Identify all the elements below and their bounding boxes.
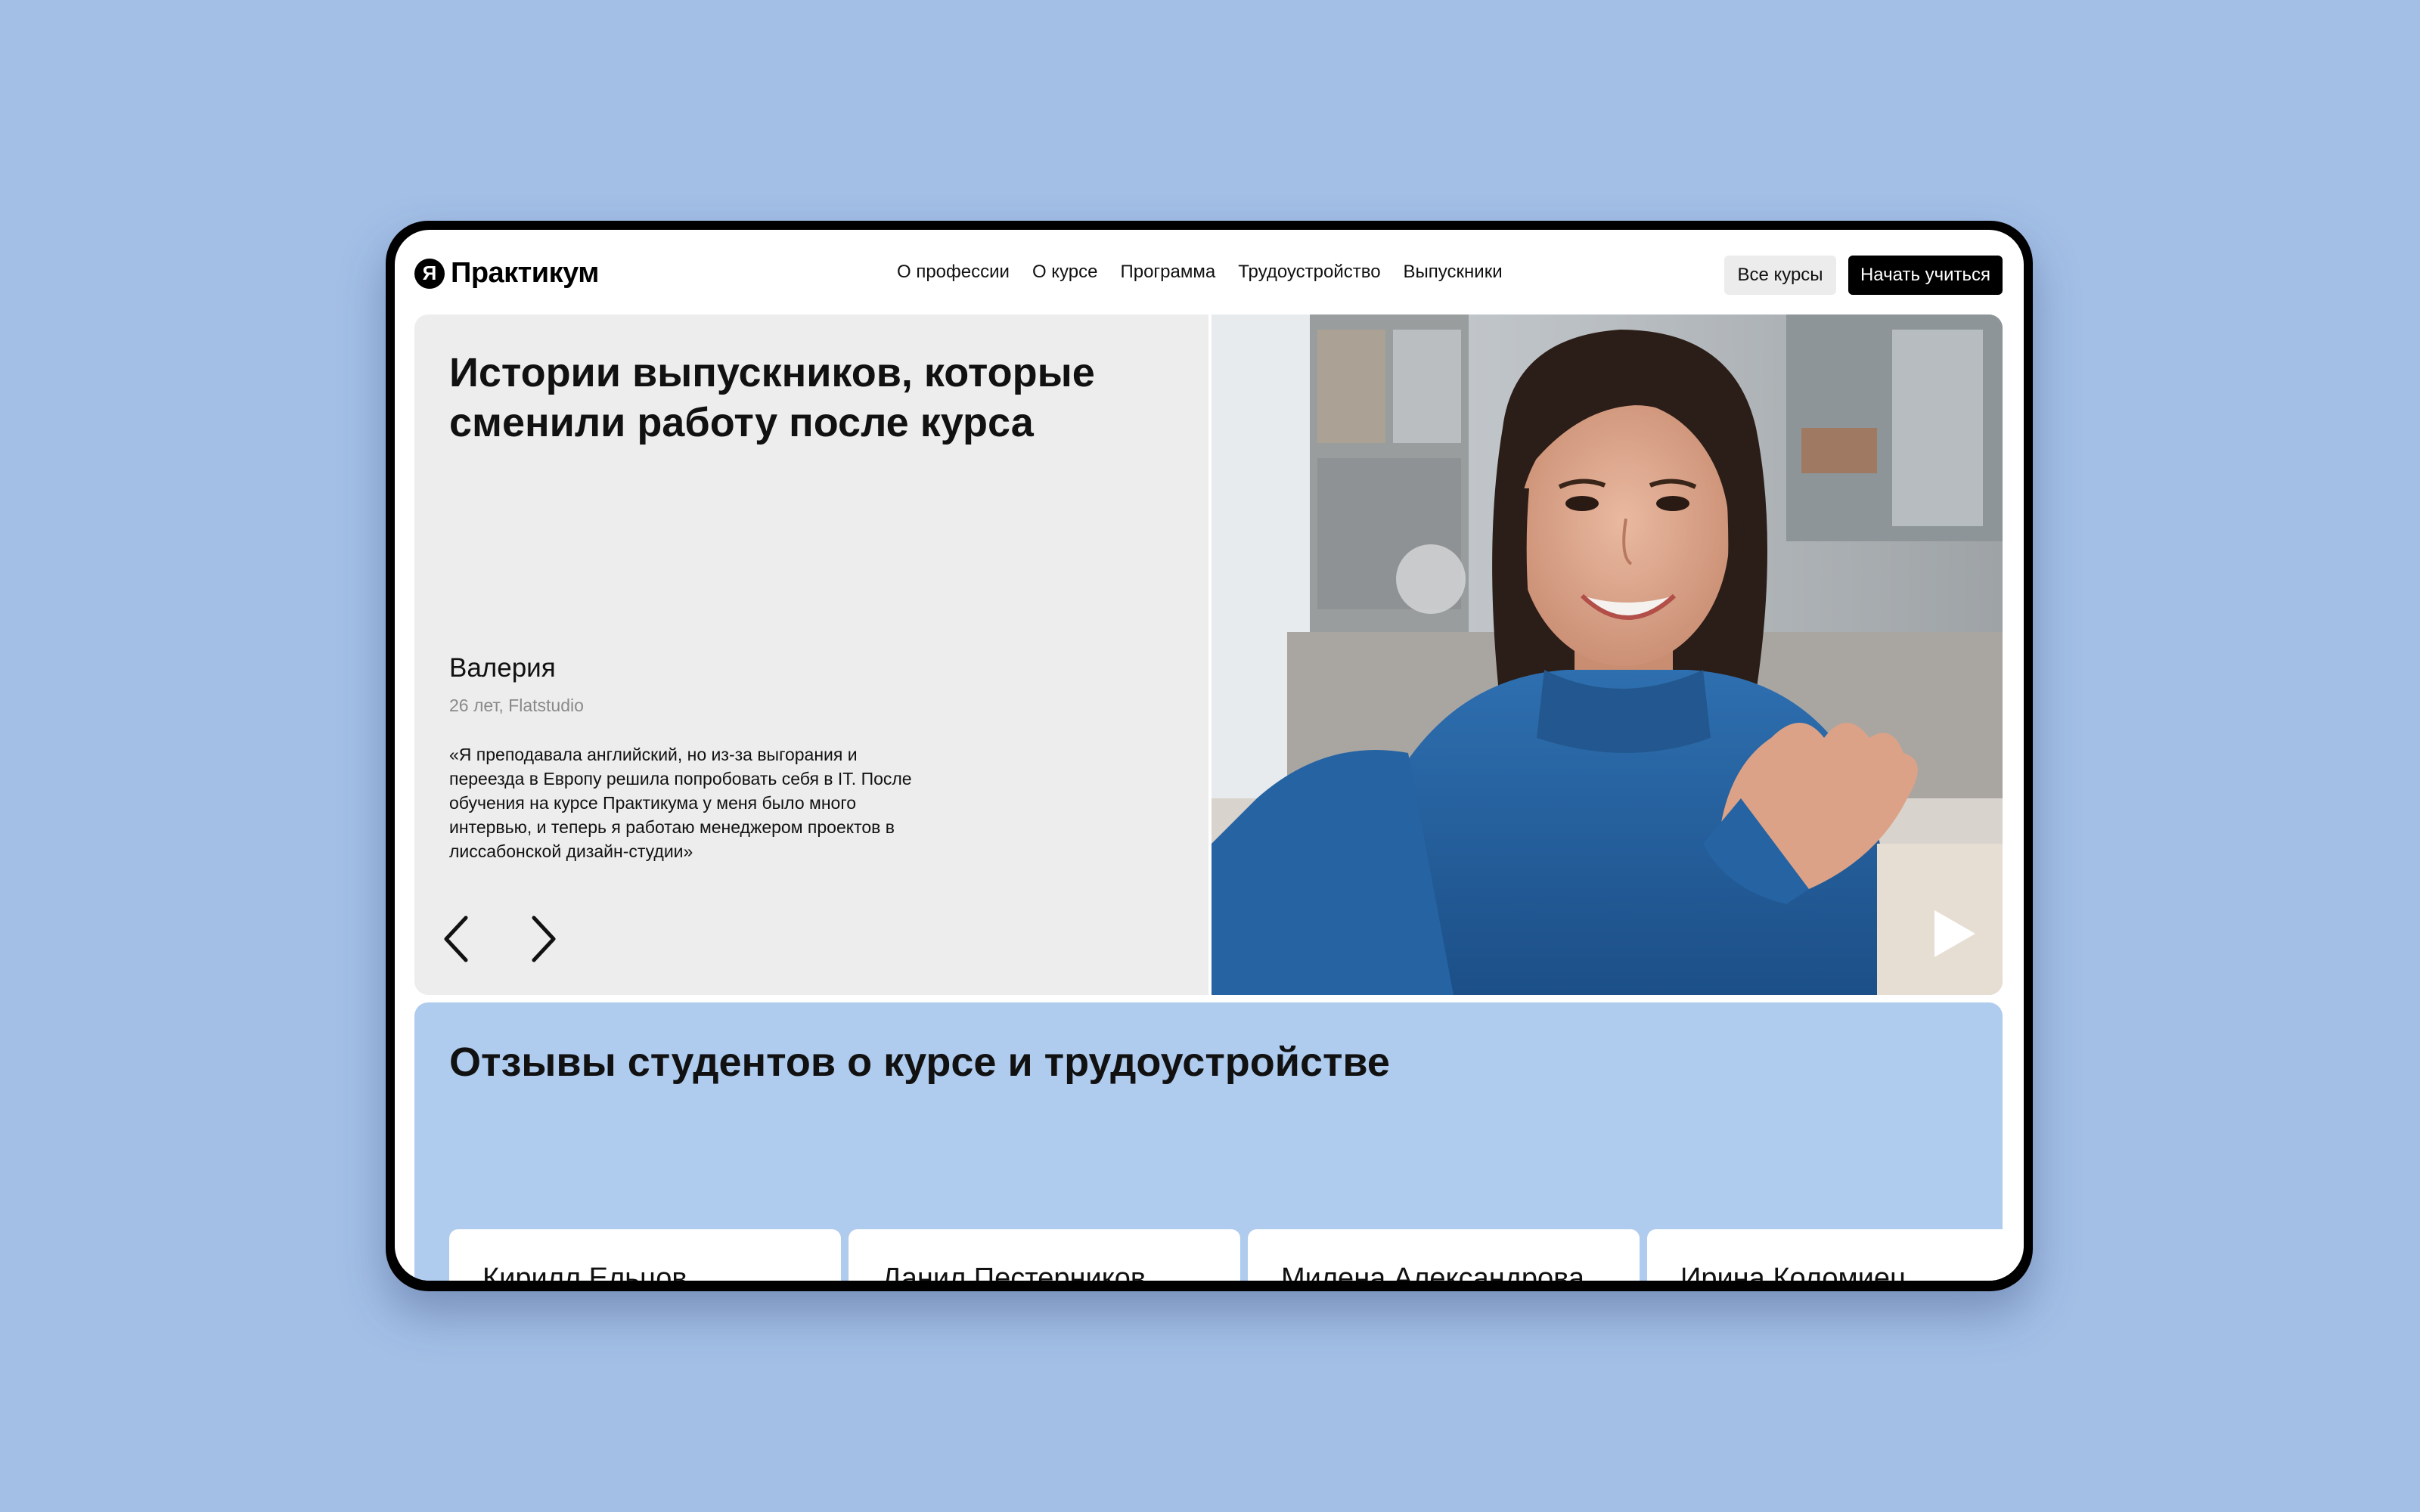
graduate-quote: «Я преподавала английский, но из-за выго… — [449, 745, 912, 861]
review-card-name: Кирилл Ельцов — [482, 1263, 687, 1281]
logo-mark: Я — [414, 258, 445, 289]
all-courses-button[interactable]: Все курсы — [1724, 256, 1836, 295]
main-nav: О профессии О курсе Программа Трудоустро… — [897, 262, 1503, 283]
logo-text: Практикум — [451, 257, 599, 289]
chevron-left-icon — [444, 916, 468, 962]
graduate-photo — [1212, 314, 2003, 995]
nav-item-graduates[interactable]: Выпускники — [1404, 262, 1503, 283]
nav-item-employment[interactable]: Трудоустройство — [1238, 262, 1380, 283]
review-card[interactable]: Милена Александрова — [1248, 1229, 1640, 1281]
hero-title: Истории выпускников, которые сменили раб… — [449, 350, 1095, 445]
logo[interactable]: Я Практикум — [414, 257, 599, 290]
next-story-button[interactable] — [522, 910, 564, 968]
tablet-frame: Я Практикум О профессии О курсе Программ… — [386, 221, 2033, 1291]
review-card[interactable]: Кирилл Ельцов — [449, 1229, 841, 1281]
browser-viewport: Я Практикум О профессии О курсе Программ… — [395, 230, 2024, 1281]
review-card[interactable]: Данил Пестерников — [849, 1229, 1240, 1281]
graduate-name: Валерия — [449, 653, 556, 683]
reviews-title: Отзывы студентов о курсе и трудоустройст… — [449, 1040, 1390, 1085]
review-card-name: Ирина Коломиец — [1680, 1263, 1907, 1281]
graduate-video[interactable] — [1212, 314, 2003, 995]
review-card[interactable]: Ирина Коломиец — [1647, 1229, 2003, 1281]
review-card-name: Милена Александрова — [1281, 1263, 1585, 1281]
review-card-name: Данил Пестерников — [882, 1263, 1146, 1281]
graduate-story-panel: Истории выпускников, которые сменили раб… — [414, 314, 1208, 995]
site-header: Я Практикум О профессии О курсе Программ… — [395, 230, 2024, 313]
graduate-meta: 26 лет, Flatstudio — [449, 696, 584, 715]
play-icon[interactable] — [1930, 907, 1978, 960]
nav-item-program[interactable]: Программа — [1120, 262, 1215, 283]
chevron-right-icon — [532, 916, 556, 962]
nav-item-about-course[interactable]: О курсе — [1032, 262, 1098, 283]
nav-item-profession[interactable]: О профессии — [897, 262, 1010, 283]
previous-story-button[interactable] — [436, 910, 478, 968]
student-reviews-section: Отзывы студентов о курсе и трудоустройст… — [414, 1002, 2003, 1281]
start-learning-button[interactable]: Начать учиться — [1848, 256, 2003, 295]
